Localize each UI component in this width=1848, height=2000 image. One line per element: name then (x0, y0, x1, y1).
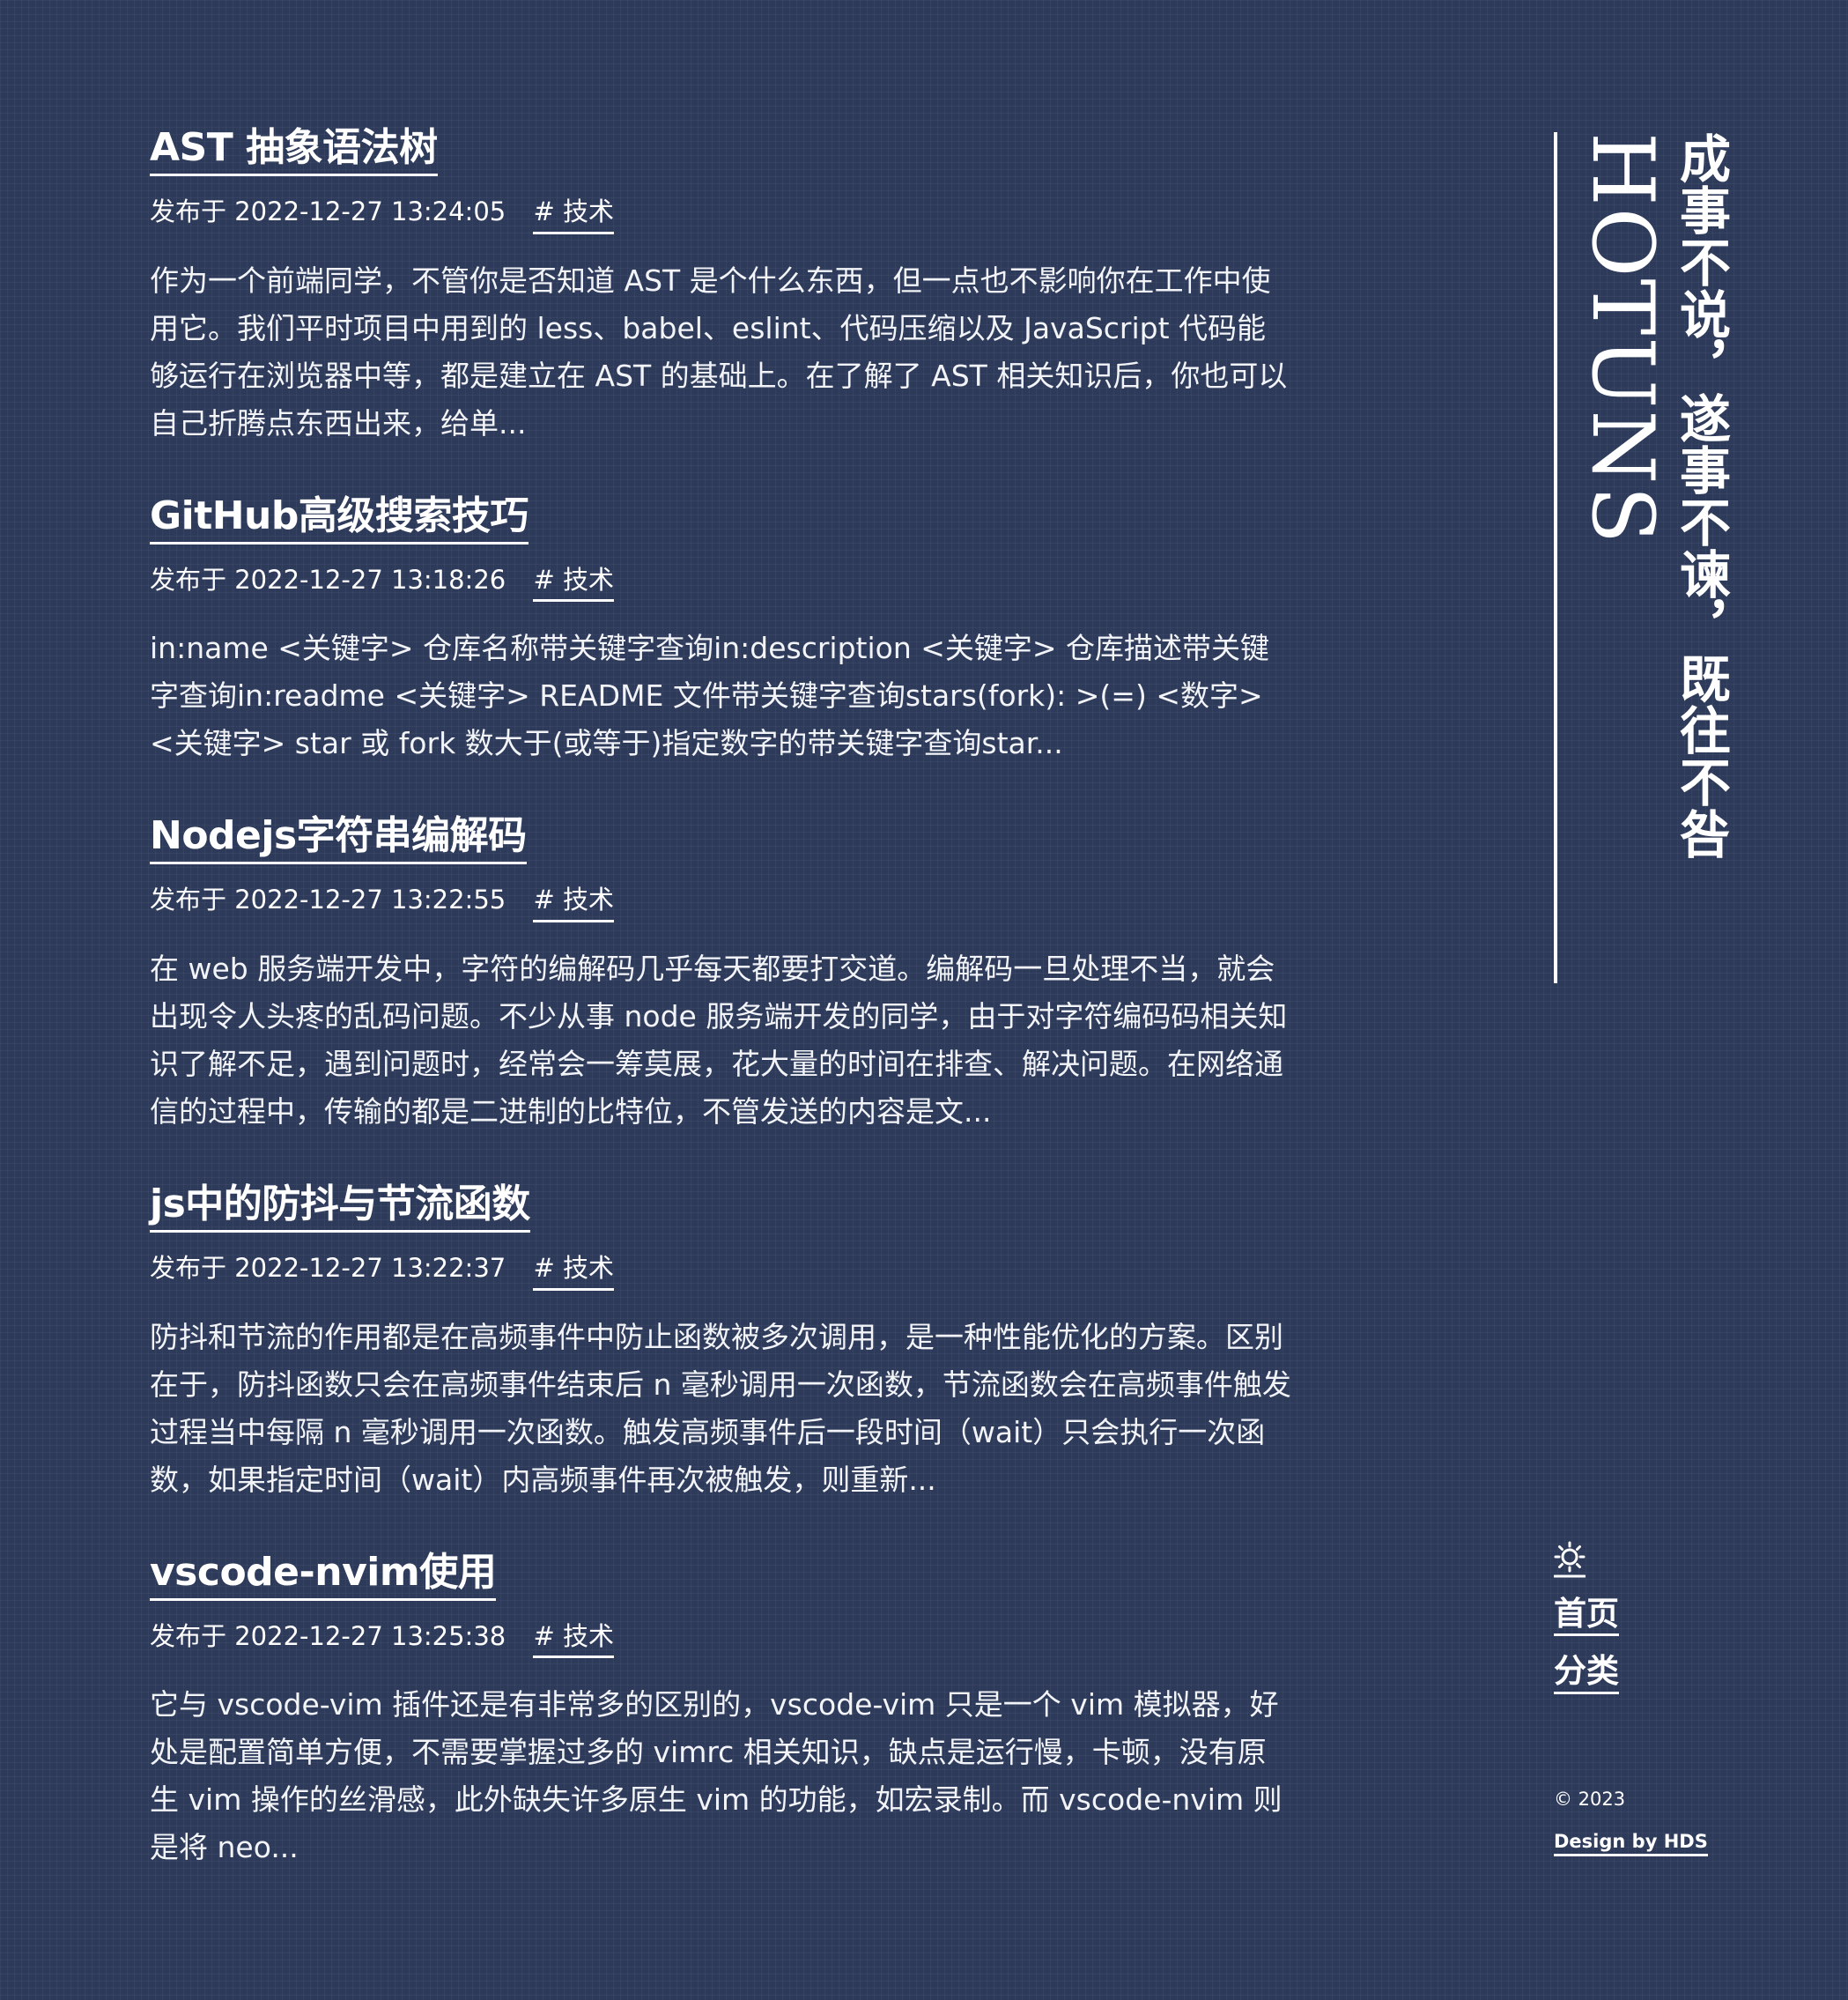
post-tag-link[interactable]: # 技术 (533, 884, 614, 923)
post-title-link[interactable]: js中的防抖与节流函数 (150, 1180, 530, 1233)
post-date-prefix: 发布于 (150, 564, 227, 595)
sidebar-footer: © 2023 Design by HDS (1554, 1789, 1708, 1856)
post-meta: 发布于 2022-12-27 13:22:55 # 技术 (150, 884, 1295, 923)
site-motto: 成事不说，遂事不谏，既往不咎 (1671, 132, 1731, 860)
post-title-link[interactable]: GitHub高级搜索技巧 (150, 492, 529, 544)
post-list: AST 抽象语法树 发布于 2022-12-27 13:24:05 # 技术 作… (150, 123, 1295, 1915)
post-item: js中的防抖与节流函数 发布于 2022-12-27 13:22:37 # 技术… (150, 1180, 1295, 1504)
post-meta: 发布于 2022-12-27 13:22:37 # 技术 (150, 1252, 1295, 1291)
post-title-link[interactable]: AST 抽象语法树 (150, 123, 438, 176)
post-meta: 发布于 2022-12-27 13:24:05 # 技术 (150, 196, 1295, 234)
post-excerpt: 它与 vscode-vim 插件还是有非常多的区别的，vscode-vim 只是… (150, 1687, 1283, 1865)
post-excerpt: 在 web 服务端开发中，字符的编解码几乎每天都要打交道。编解码一旦处理不当，就… (150, 952, 1288, 1130)
post-meta: 发布于 2022-12-27 13:25:38 # 技术 (150, 1620, 1295, 1659)
post-excerpt: 作为一个前端同学，不管你是否知道 AST 是个什么东西，但一点也不影响你在工作中… (150, 263, 1288, 441)
post-title-link[interactable]: Nodejs字符串编解码 (150, 811, 527, 865)
post-date-prefix: 发布于 (150, 196, 227, 226)
nav-link-home[interactable]: 首页 (1554, 1595, 1619, 1637)
site-brand: HOTUNS (1573, 132, 1672, 546)
post-date: 2022-12-27 13:18:26 (234, 564, 506, 595)
design-credit: Design by HDS (1554, 1831, 1708, 1856)
post-meta: 发布于 2022-12-27 13:18:26 # 技术 (150, 564, 1295, 603)
post-item: Nodejs字符串编解码 发布于 2022-12-27 13:22:55 # 技… (150, 811, 1295, 1136)
post-date-prefix: 发布于 (150, 1620, 227, 1651)
post-tag-link[interactable]: # 技术 (533, 1620, 614, 1659)
post-date: 2022-12-27 13:22:37 (234, 1253, 506, 1284)
post-tag-link[interactable]: # 技术 (533, 196, 614, 234)
sidebar-nav: 首页 分类 (1554, 1595, 1619, 1710)
post-item: AST 抽象语法树 发布于 2022-12-27 13:24:05 # 技术 作… (150, 123, 1295, 448)
post-title-link[interactable]: vscode-nvim使用 (150, 1548, 497, 1601)
sidebar-divider (1554, 132, 1557, 983)
post-tag-link[interactable]: # 技术 (533, 1252, 614, 1291)
theme-toggle-button[interactable] (1553, 1540, 1586, 1579)
post-item: GitHub高级搜索技巧 发布于 2022-12-27 13:18:26 # 技… (150, 492, 1295, 768)
nav-link-categories[interactable]: 分类 (1554, 1652, 1619, 1694)
post-excerpt: 防抖和节流的作用都是在高频事件中防止函数被多次调用，是一种性能优化的方案。区别在… (150, 1319, 1291, 1497)
post-date: 2022-12-27 13:24:05 (234, 196, 506, 226)
post-date-prefix: 发布于 (150, 885, 227, 915)
post-tag-link[interactable]: # 技术 (533, 564, 614, 603)
post-item: vscode-nvim使用 发布于 2022-12-27 13:25:38 # … (150, 1548, 1295, 1872)
credit-author-link[interactable]: HDS (1664, 1831, 1708, 1852)
copyright-text: © 2023 (1554, 1789, 1626, 1810)
post-date: 2022-12-27 13:22:55 (234, 885, 506, 915)
post-date: 2022-12-27 13:25:38 (234, 1620, 506, 1651)
sidebar: HOTUNS 成事不说，遂事不谏，既往不咎 首页 分类 © 2023 Desig… (1553, 132, 1818, 1956)
post-date-prefix: 发布于 (150, 1253, 227, 1284)
post-excerpt: in:name <关键字> 仓库名称带关键字查询in:description <… (150, 631, 1270, 761)
credit-prefix: Design by (1554, 1831, 1658, 1852)
sun-icon (1553, 1541, 1586, 1578)
